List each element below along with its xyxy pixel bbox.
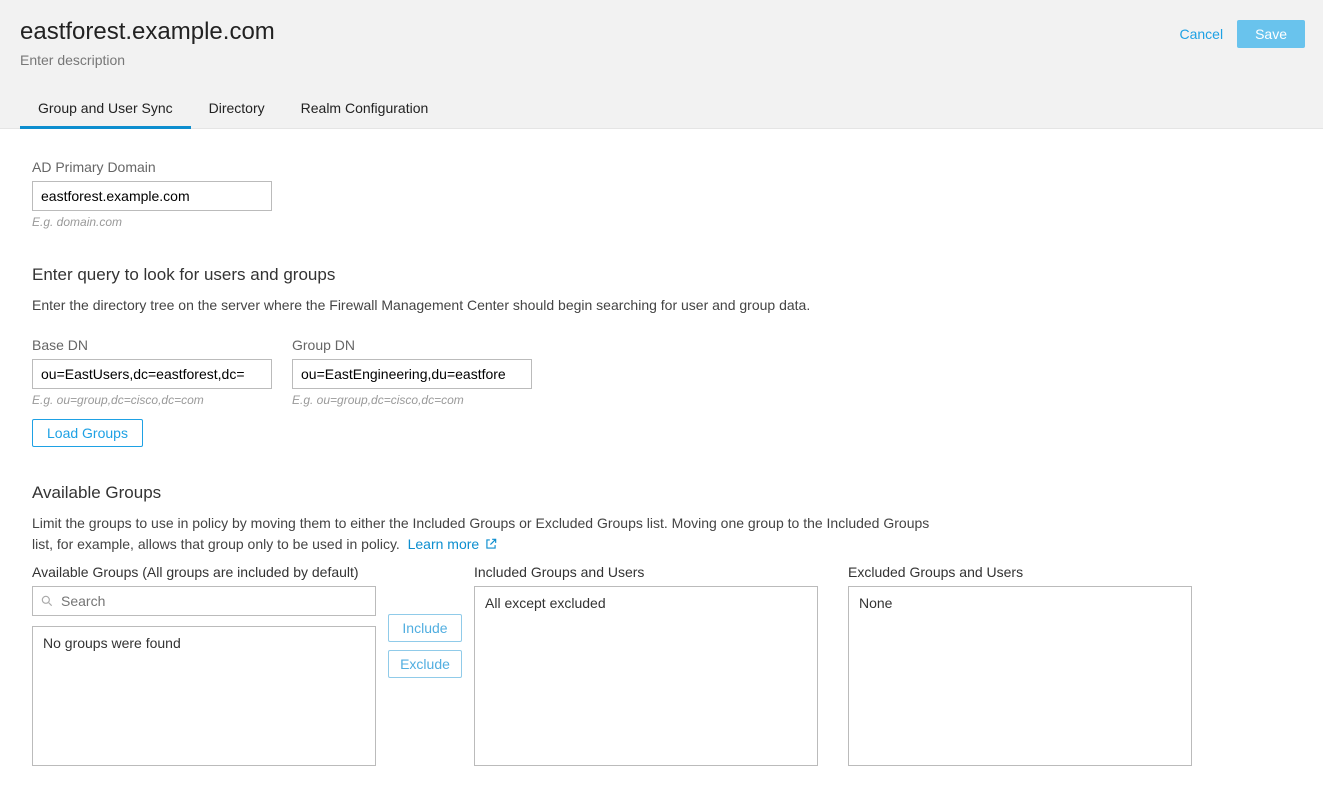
base-dn-hint: E.g. ou=group,dc=cisco,dc=com xyxy=(32,393,272,407)
available-groups-col-label: Available Groups (All groups are include… xyxy=(32,564,376,580)
learn-more-text: Learn more xyxy=(408,534,480,554)
included-groups-label: Included Groups and Users xyxy=(474,564,818,580)
available-groups-listbox[interactable]: No groups were found xyxy=(32,626,376,766)
excluded-groups-listbox[interactable]: None xyxy=(848,586,1192,766)
ad-primary-domain-hint: E.g. domain.com xyxy=(32,215,1303,229)
search-icon xyxy=(40,594,54,608)
external-link-icon xyxy=(484,537,498,551)
available-groups-title: Available Groups xyxy=(32,483,1303,503)
query-section-title: Enter query to look for users and groups xyxy=(32,265,1303,285)
tab-group-user-sync[interactable]: Group and User Sync xyxy=(20,90,191,128)
query-section-desc: Enter the directory tree on the server w… xyxy=(32,295,932,315)
page-title: eastforest.example.com xyxy=(20,18,1303,46)
save-button[interactable]: Save xyxy=(1237,20,1305,48)
included-groups-listbox[interactable]: All except excluded xyxy=(474,586,818,766)
exclude-button[interactable]: Exclude xyxy=(388,650,462,678)
group-dn-input[interactable] xyxy=(292,359,532,389)
available-groups-search-input[interactable] xyxy=(32,586,376,616)
tab-realm-configuration[interactable]: Realm Configuration xyxy=(283,90,447,128)
excluded-groups-text: None xyxy=(859,595,892,611)
include-button[interactable]: Include xyxy=(388,614,462,642)
tab-directory[interactable]: Directory xyxy=(191,90,283,128)
base-dn-input[interactable] xyxy=(32,359,272,389)
available-groups-empty-text: No groups were found xyxy=(43,635,181,651)
excluded-groups-label: Excluded Groups and Users xyxy=(848,564,1192,580)
included-groups-text: All except excluded xyxy=(485,595,606,611)
available-groups-desc: Limit the groups to use in policy by mov… xyxy=(32,513,932,554)
tab-bar: Group and User Sync Directory Realm Conf… xyxy=(20,90,1303,128)
page-subtitle[interactable]: Enter description xyxy=(20,52,1303,68)
cancel-button[interactable]: Cancel xyxy=(1179,26,1223,42)
group-dn-label: Group DN xyxy=(292,337,532,353)
ad-primary-domain-label: AD Primary Domain xyxy=(32,159,1303,175)
learn-more-link[interactable]: Learn more xyxy=(408,534,499,554)
base-dn-label: Base DN xyxy=(32,337,272,353)
load-groups-button[interactable]: Load Groups xyxy=(32,419,143,447)
group-dn-hint: E.g. ou=group,dc=cisco,dc=com xyxy=(292,393,532,407)
ad-primary-domain-input[interactable] xyxy=(32,181,272,211)
